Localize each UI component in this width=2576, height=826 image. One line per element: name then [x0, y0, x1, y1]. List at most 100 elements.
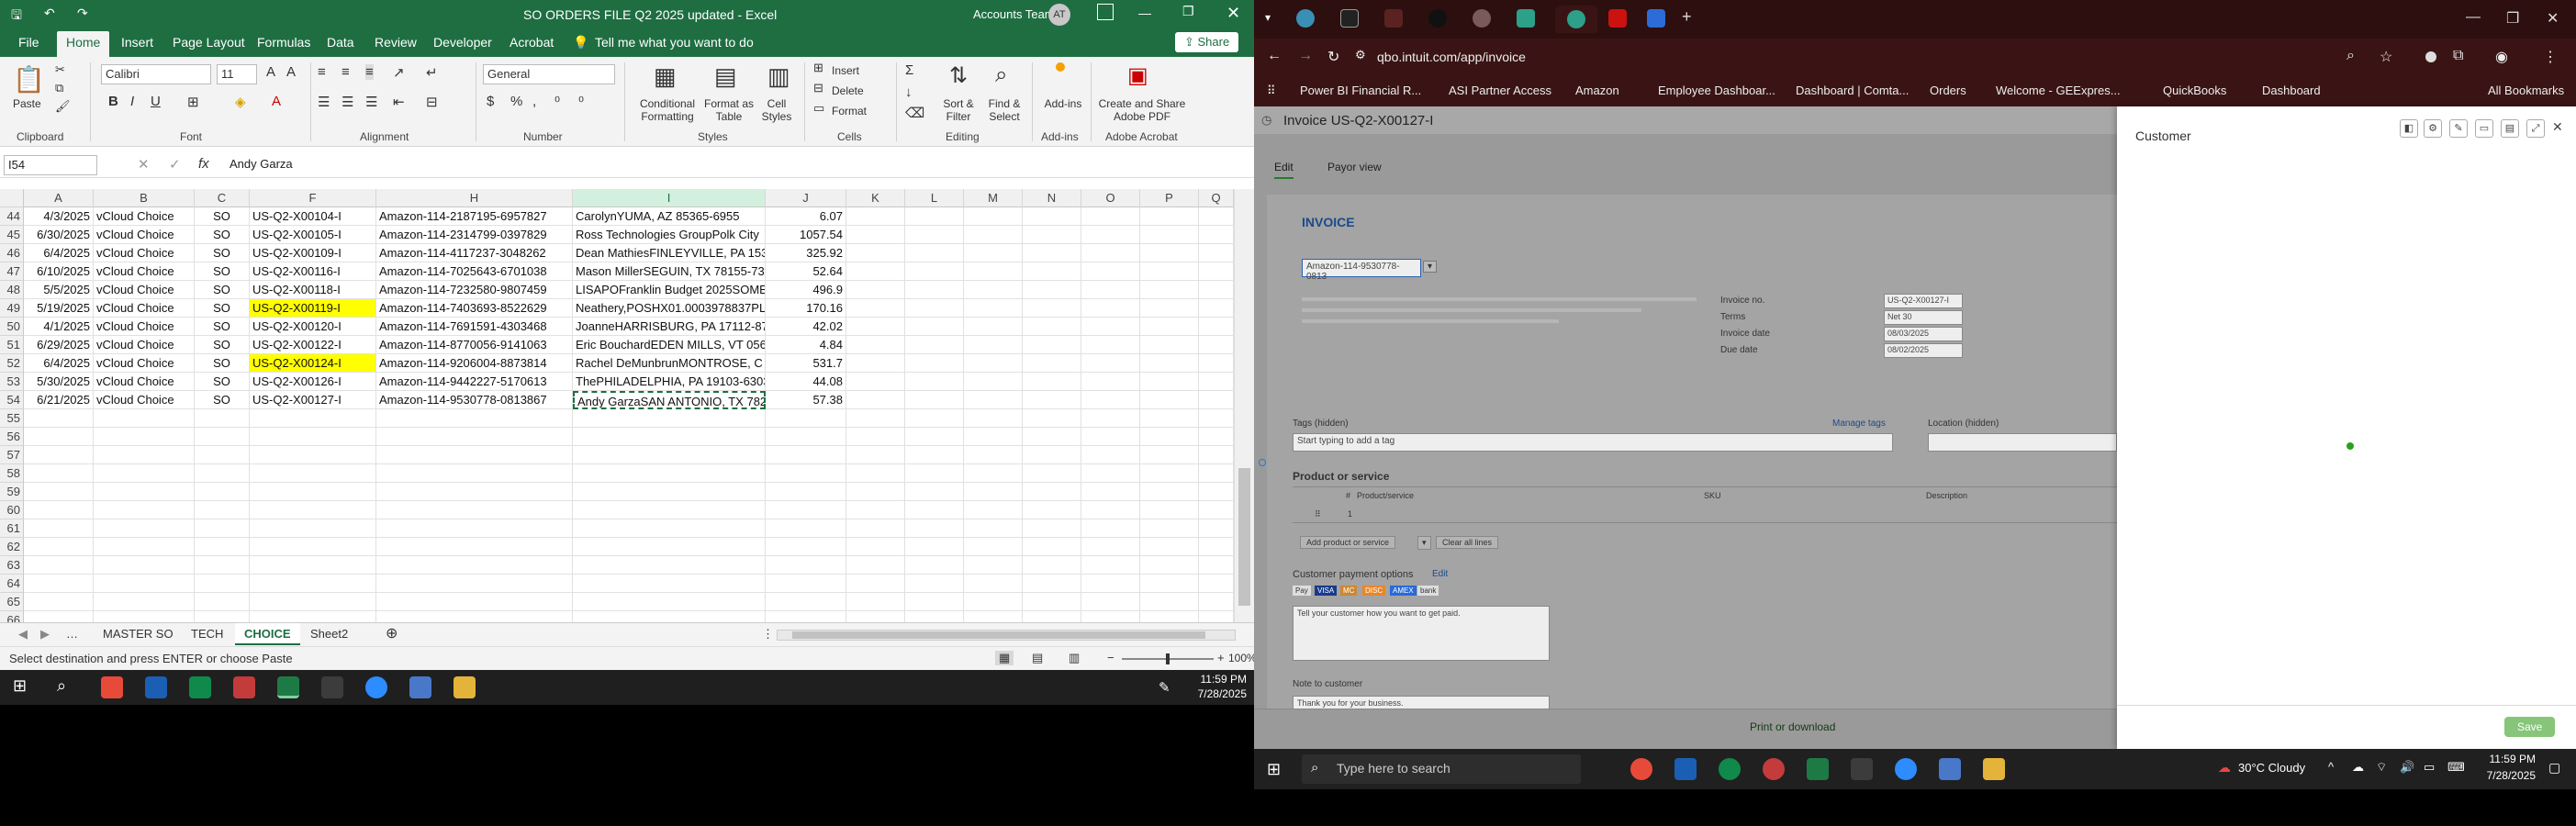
edge-icon[interactable]: [189, 676, 211, 698]
edge-icon[interactable]: [1719, 758, 1741, 780]
table-cell[interactable]: [1081, 556, 1140, 575]
table-cell[interactable]: [846, 464, 905, 483]
table-cell[interactable]: [376, 446, 573, 464]
excel-icon[interactable]: [277, 676, 299, 698]
table-cell[interactable]: [1081, 593, 1140, 611]
table-cell[interactable]: [94, 483, 195, 501]
column-header[interactable]: H: [376, 189, 573, 207]
outlook-icon[interactable]: [145, 676, 167, 698]
table-cell[interactable]: [24, 575, 94, 593]
table-cell[interactable]: [250, 593, 376, 611]
chrome-profile-icon[interactable]: [1763, 758, 1785, 780]
table-cell[interactable]: [24, 446, 94, 464]
row-header[interactable]: 45: [0, 226, 24, 244]
zoom-icon[interactable]: [1895, 758, 1917, 780]
browser-tab[interactable]: [1647, 9, 1665, 28]
cell-order-id[interactable]: Amazon-114-2187195-6957827: [376, 207, 573, 226]
row-header[interactable]: 59: [0, 483, 24, 501]
tray-chevron-icon[interactable]: ^: [2328, 760, 2334, 774]
table-cell[interactable]: [1199, 318, 1234, 336]
cell-order-id[interactable]: Amazon-114-7691591-4303468: [376, 318, 573, 336]
table-cell[interactable]: [573, 483, 766, 501]
cell-date[interactable]: 6/4/2025: [24, 354, 94, 373]
vertical-scrollbar[interactable]: [1234, 189, 1254, 622]
table-cell[interactable]: [905, 556, 964, 575]
column-header[interactable]: Q: [1199, 189, 1234, 207]
table-cell[interactable]: [1199, 373, 1234, 391]
table-cell[interactable]: [846, 575, 905, 593]
cell-date[interactable]: 6/29/2025: [24, 336, 94, 354]
cell-type[interactable]: SO: [195, 373, 250, 391]
cell-so-number[interactable]: US-Q2-X00119-I: [250, 299, 376, 318]
table-cell[interactable]: [1199, 262, 1234, 281]
cell-amount[interactable]: 42.02: [766, 318, 846, 336]
zoom-slider-thumb[interactable]: [1166, 653, 1170, 664]
table-cell[interactable]: [195, 519, 250, 538]
cell-amount[interactable]: 4.84: [766, 336, 846, 354]
table-cell[interactable]: [1023, 262, 1081, 281]
table-cell[interactable]: [1023, 354, 1081, 373]
table-cell[interactable]: [905, 299, 964, 318]
table-cell[interactable]: [905, 336, 964, 354]
table-cell[interactable]: [195, 446, 250, 464]
cell-customer[interactable]: vCloud Choice: [94, 244, 195, 262]
table-cell[interactable]: [1140, 409, 1199, 428]
cell-ship-to[interactable]: JoanneHARRISBURG, PA 17112-87: [573, 318, 766, 336]
reload-icon[interactable]: ↻: [1327, 48, 1339, 66]
table-cell[interactable]: [1023, 409, 1081, 428]
table-cell[interactable]: [94, 409, 195, 428]
row-header[interactable]: 54: [0, 391, 24, 409]
table-cell[interactable]: [964, 464, 1023, 483]
table-cell[interactable]: [846, 428, 905, 446]
row-header[interactable]: 56: [0, 428, 24, 446]
cell-customer[interactable]: vCloud Choice: [94, 336, 195, 354]
table-cell[interactable]: [1023, 593, 1081, 611]
table-cell[interactable]: [1199, 593, 1234, 611]
search-icon[interactable]: ⌕: [57, 676, 79, 698]
cell-date[interactable]: 6/30/2025: [24, 226, 94, 244]
weather-text[interactable]: 30°C Cloudy: [2238, 761, 2305, 775]
table-cell[interactable]: [1140, 281, 1199, 299]
table-cell[interactable]: [1140, 354, 1199, 373]
cell-customer[interactable]: vCloud Choice: [94, 299, 195, 318]
table-cell[interactable]: [195, 409, 250, 428]
table-cell[interactable]: [1140, 519, 1199, 538]
clear-all-lines-button[interactable]: Clear all lines: [1436, 536, 1499, 549]
cell-customer[interactable]: vCloud Choice: [94, 391, 195, 409]
extension-icon[interactable]: [2425, 51, 2436, 62]
zoom-icon[interactable]: [365, 676, 387, 698]
row-header[interactable]: 58: [0, 464, 24, 483]
scrollbar-thumb[interactable]: [1238, 468, 1250, 606]
table-cell[interactable]: [24, 538, 94, 556]
table-cell[interactable]: [1081, 207, 1140, 226]
profile-icon[interactable]: ◉: [2495, 48, 2508, 66]
table-cell[interactable]: [766, 538, 846, 556]
table-cell[interactable]: [846, 226, 905, 244]
table-cell[interactable]: [1199, 226, 1234, 244]
table-cell[interactable]: [195, 483, 250, 501]
table-cell[interactable]: [1023, 538, 1081, 556]
table-cell[interactable]: [905, 501, 964, 519]
row-header[interactable]: 65: [0, 593, 24, 611]
row-header[interactable]: 50: [0, 318, 24, 336]
table-cell[interactable]: [905, 207, 964, 226]
table-cell[interactable]: [24, 409, 94, 428]
table-cell[interactable]: [1199, 354, 1234, 373]
cell-order-id[interactable]: Amazon-114-7025643-6701038: [376, 262, 573, 281]
table-cell[interactable]: [1023, 391, 1081, 409]
table-cell[interactable]: [195, 575, 250, 593]
table-cell[interactable]: [376, 538, 573, 556]
table-cell[interactable]: [376, 483, 573, 501]
table-cell[interactable]: [250, 575, 376, 593]
sheet-overflow-icon[interactable]: …: [66, 627, 78, 641]
file-explorer-icon[interactable]: [454, 676, 476, 698]
table-cell[interactable]: [964, 446, 1023, 464]
table-cell[interactable]: [1081, 575, 1140, 593]
chrome-icon[interactable]: [1630, 758, 1652, 780]
table-cell[interactable]: [1081, 281, 1140, 299]
table-cell[interactable]: [905, 354, 964, 373]
table-cell[interactable]: [94, 501, 195, 519]
table-cell[interactable]: [964, 262, 1023, 281]
table-cell[interactable]: [1199, 538, 1234, 556]
start-icon[interactable]: ⊞: [1267, 760, 1281, 779]
